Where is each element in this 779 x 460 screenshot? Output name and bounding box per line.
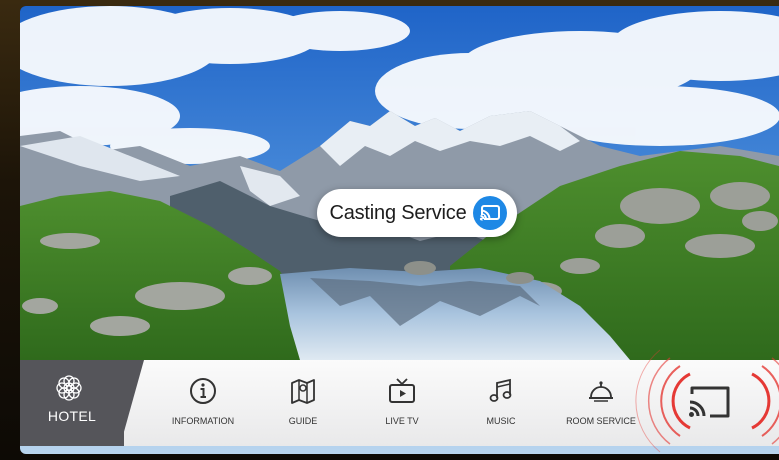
tv-bezel: Casting Service HOTEL INFORMATION GUIDE … [0,0,779,460]
cast-icon [473,196,507,230]
nav-label-guide: GUIDE [288,416,318,426]
tv-icon [389,378,415,403]
cast-icon [689,386,730,418]
tv-screen: Casting Service HOTEL INFORMATION GUIDE … [20,6,779,454]
casting-service-label: Casting Service [329,202,467,224]
cast-button[interactable] [640,360,779,446]
nav-item-information[interactable]: INFORMATION [160,360,246,446]
hotel-label: HOTEL [47,408,97,424]
nav-label-information: INFORMATION [171,416,235,426]
hotel-tab-slant [120,360,144,446]
bottom-menu-bar: HOTEL INFORMATION GUIDE LIVE TV MUSIC RO… [20,349,779,453]
nav-label-music: MUSIC [486,416,516,426]
nav-item-guide[interactable]: GUIDE [268,360,338,446]
room-service-bell-icon [589,381,613,402]
nav-item-live-tv[interactable]: LIVE TV [366,360,438,446]
nav-item-music[interactable]: MUSIC [468,360,534,446]
hotel-home-button[interactable]: HOTEL [20,360,124,446]
info-icon [190,378,216,404]
nav-label-live-tv: LIVE TV [385,416,419,426]
map-icon [291,379,315,404]
music-note-icon [489,378,512,402]
casting-service-popup[interactable]: Casting Service [317,189,517,237]
lotus-logo-icon [56,375,82,401]
